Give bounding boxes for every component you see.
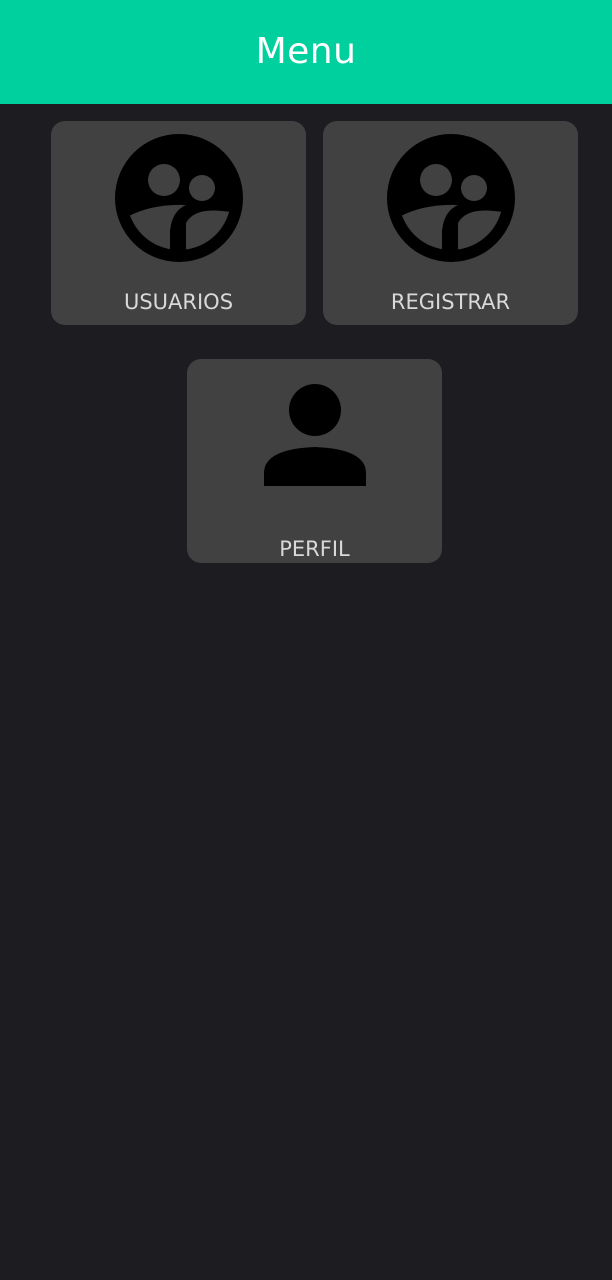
tile-label: PERFIL — [279, 537, 350, 561]
tile-label: USUARIOS — [123, 290, 234, 314]
usuarios-tile-button[interactable]: USUARIOS — [51, 121, 306, 325]
tile-label: REGISTRAR — [390, 290, 511, 314]
perfil-tile-button[interactable]: PERFIL — [187, 359, 442, 563]
page-title: Menu — [255, 30, 357, 72]
app-bar: Menu — [0, 0, 612, 104]
person-icon — [187, 383, 442, 487]
supervised-user-circle-icon — [51, 133, 306, 263]
supervised-user-circle-icon — [323, 133, 578, 263]
registrar-tile-button[interactable]: REGISTRAR — [323, 121, 578, 325]
